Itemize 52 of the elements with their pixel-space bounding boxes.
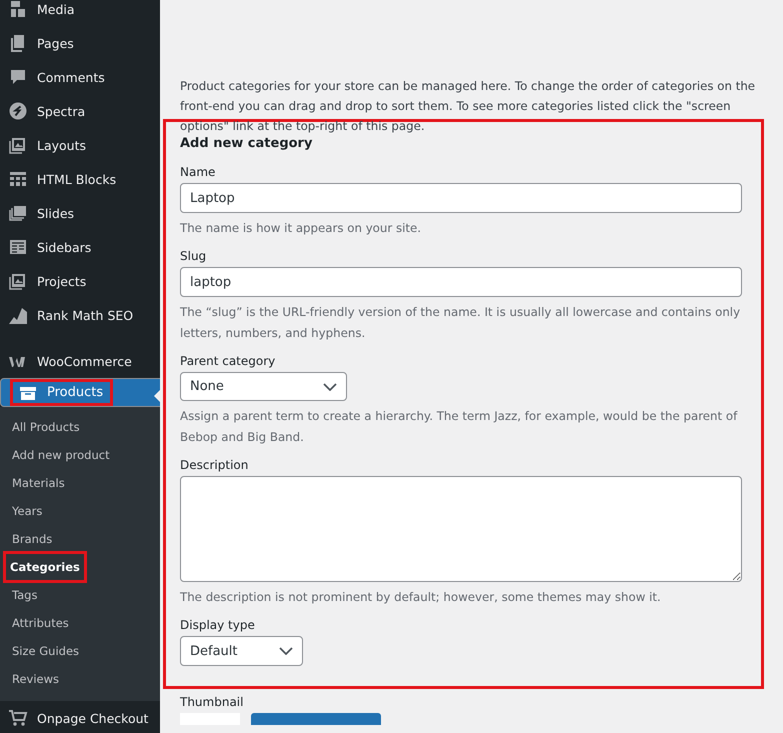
help-text: The “slug” is the URL-friendly version of the name. It is usually all lowercase and contains only letters, numbers, and hyphens. — [180, 304, 742, 342]
submenu-item[interactable]: Add new product — [12, 441, 110, 469]
menu-label: Projects — [37, 274, 86, 288]
dropdown[interactable]: None — [180, 372, 347, 401]
field-label: Display type — [180, 618, 256, 632]
menu-label: Sidebars — [37, 240, 92, 254]
help-text: Assign a parent term to create a hierarchy. The term Jazz, for example, would be the parent of Bebop and Big Band. — [180, 408, 738, 446]
menu-label: Pages — [37, 36, 74, 50]
menu-item[interactable]: Projects — [0, 264, 160, 298]
intro-text: Product categories for your store can be managed here. To change the order of categories on the front-end you can drag and drop to sort them. To see more categories listed click the "screen options" link at the top-right of this page. — [180, 78, 756, 135]
menu-item[interactable]: WooCommerce — [0, 344, 160, 378]
menu-label: Spectra — [37, 104, 86, 118]
menu-label: Onpage Checkout — [37, 710, 148, 726]
submenu-item[interactable]: Tags — [12, 581, 38, 609]
menu-item[interactable]: Spectra — [0, 94, 160, 128]
submenu-item[interactable]: Attributes — [12, 609, 69, 637]
menu-item[interactable]: Rank Math SEO — [0, 298, 160, 332]
menu-item[interactable]: Pages — [0, 26, 160, 60]
field-label: Slug — [180, 249, 208, 263]
menu-label: Layouts — [37, 138, 86, 152]
submenu-item[interactable]: Years — [12, 497, 42, 525]
menu-item[interactable]: Media — [0, 0, 160, 26]
menu-item[interactable]: Sidebars — [0, 230, 160, 264]
menu-label: Comments — [37, 70, 105, 84]
submenu-item[interactable]: Brands — [12, 525, 52, 553]
field-label: Parent category — [180, 354, 276, 368]
submenu-item[interactable]: Reviews — [12, 665, 60, 693]
menu-item[interactable]: Slides — [0, 196, 160, 230]
form-heading: Add new category — [180, 136, 314, 151]
menu-label: Media — [37, 2, 75, 16]
field-label: Name — [180, 165, 216, 179]
submenu-item[interactable]: Size Guides — [12, 637, 80, 665]
menu-label: Rank Math SEO — [37, 308, 134, 322]
menu-item[interactable]: Comments — [0, 60, 160, 94]
menu-item[interactable]: Products — [0, 378, 160, 407]
submenu-item[interactable]: Materials — [12, 469, 65, 497]
submenu-item[interactable]: Categories — [6, 554, 84, 580]
menu-label: Slides — [37, 206, 74, 220]
menu-label: Products — [47, 385, 104, 400]
menu-item[interactable]: HTML Blocks — [0, 162, 160, 196]
help-text: The description is not prominent by default; however, some themes may show it. — [180, 589, 662, 606]
field-label: Description — [180, 458, 250, 472]
menu-label: HTML Blocks — [37, 172, 116, 186]
menu-label: WooCommerce — [37, 354, 132, 368]
menu-item[interactable]: Layouts — [0, 128, 160, 162]
field-label: Thumbnail — [180, 695, 244, 709]
menu-item[interactable]: Onpage Checkout — [0, 701, 160, 733]
help-text: The name is how it appears on your site. — [180, 220, 422, 237]
text-field[interactable]: Laptop — [180, 183, 742, 213]
dropdown[interactable]: Default — [180, 636, 303, 666]
submenu-item[interactable]: All Products — [12, 413, 80, 441]
text-field[interactable]: laptop — [180, 267, 742, 297]
